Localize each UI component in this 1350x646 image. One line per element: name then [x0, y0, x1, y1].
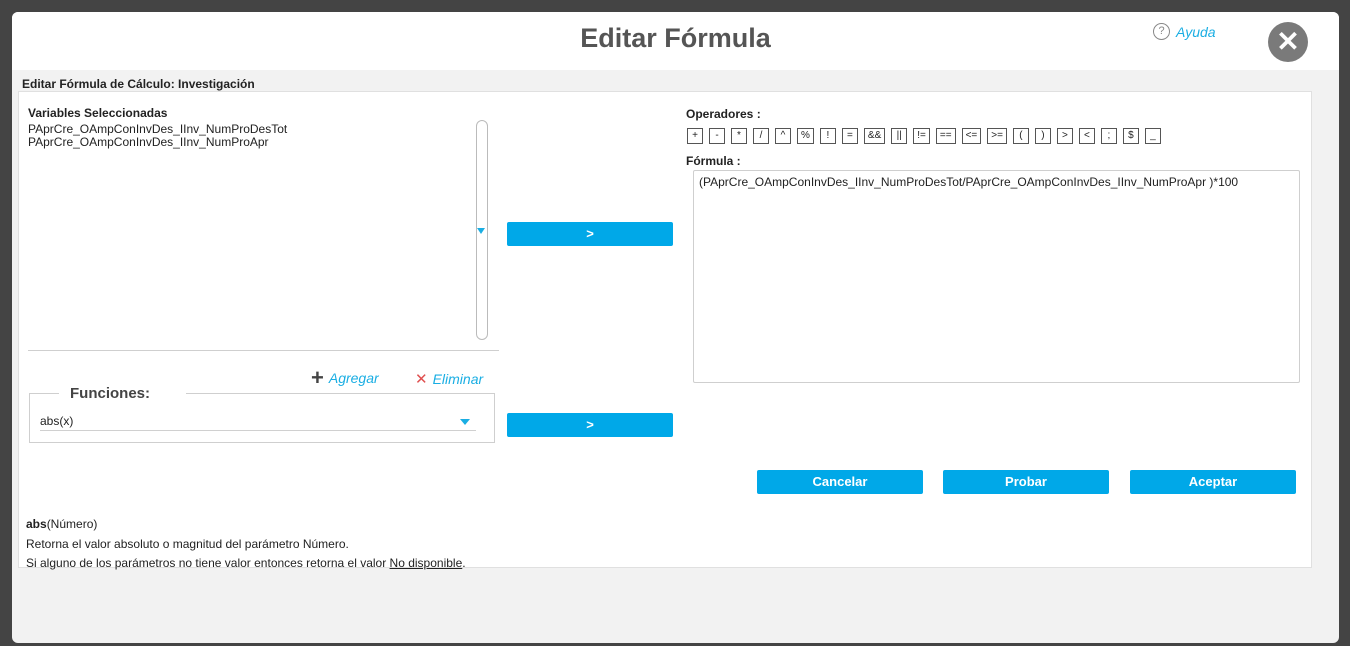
cancel-button[interactable]: Cancelar — [757, 470, 923, 494]
operator-button[interactable]: > — [1056, 128, 1073, 144]
chevron-down-icon — [460, 419, 470, 425]
fieldset-border — [186, 393, 495, 394]
operator-button[interactable]: _ — [1144, 128, 1161, 144]
function-note: Si alguno de los parámetros no tiene val… — [26, 556, 466, 570]
functions-label: Funciones: — [70, 385, 151, 402]
close-button[interactable]: ✕ — [1268, 22, 1308, 62]
help-link[interactable]: ? Ayuda — [1153, 23, 1216, 40]
remove-icon: ✕ — [415, 371, 428, 388]
insert-function-button[interactable]: > — [507, 413, 673, 437]
operator-button[interactable]: $ — [1122, 128, 1139, 144]
operator-button[interactable]: * — [731, 128, 747, 144]
add-variable-button[interactable]: + Agregar — [311, 365, 379, 390]
help-icon: ? — [1153, 23, 1170, 40]
plus-icon: + — [311, 365, 324, 390]
function-name: abs — [26, 517, 47, 531]
operator-button[interactable]: % — [797, 128, 814, 144]
operator-button[interactable]: < — [1078, 128, 1095, 144]
modal-header: Editar Fórmula ? Ayuda ✕ — [12, 12, 1339, 70]
functions-select[interactable]: abs(x) — [40, 414, 476, 431]
note-suffix: . — [462, 556, 466, 570]
formula-label: Fórmula : — [686, 154, 741, 168]
functions-selected-value: abs(x) — [40, 414, 74, 428]
close-icon: ✕ — [1276, 26, 1300, 57]
function-args: (Número) — [46, 517, 98, 531]
operator-button[interactable]: ) — [1034, 128, 1051, 144]
remove-label: Eliminar — [432, 371, 484, 387]
operator-button[interactable]: - — [709, 128, 725, 144]
operator-button[interactable]: = — [841, 128, 858, 144]
function-signature: abs(Número) — [26, 517, 97, 531]
operator-button[interactable]: >= — [987, 128, 1007, 144]
operator-button[interactable]: / — [753, 128, 769, 144]
section-title: Editar Fórmula de Cálculo: Investigación — [22, 77, 255, 91]
test-button[interactable]: Probar — [943, 470, 1109, 494]
operator-button[interactable]: ! — [819, 128, 836, 144]
variables-list[interactable]: PAprCre_OAmpConInvDes_IInv_NumProDesTot … — [28, 123, 468, 351]
scroll-down-icon[interactable] — [477, 228, 485, 234]
note-text: Si alguno de los parámetros no tiene val… — [26, 556, 390, 570]
insert-variable-button[interactable]: > — [507, 222, 673, 246]
operator-button[interactable]: && — [863, 128, 886, 144]
operators-toolbar: + - * / ^%! = && || != == <= >=() > <; $ _ — [687, 128, 1161, 144]
operator-button[interactable]: + — [687, 128, 703, 144]
operators-label: Operadores : — [686, 107, 761, 121]
list-divider — [28, 350, 499, 351]
accept-button[interactable]: Aceptar — [1130, 470, 1296, 494]
help-label: Ayuda — [1176, 23, 1216, 40]
operator-button[interactable]: == — [935, 128, 956, 144]
operator-button[interactable]: != — [913, 128, 930, 144]
operator-button[interactable]: ^ — [775, 128, 791, 144]
variables-label: Variables Seleccionadas — [28, 106, 168, 120]
remove-variable-button[interactable]: ✕ Eliminar — [415, 370, 483, 388]
operator-button[interactable]: <= — [961, 128, 982, 144]
not-available-link[interactable]: No disponible — [390, 556, 463, 570]
list-item[interactable]: PAprCre_OAmpConInvDes_IInv_NumProApr — [28, 136, 468, 149]
operator-button[interactable]: ; — [1100, 128, 1117, 144]
function-description: Retorna el valor absoluto o magnitud del… — [26, 537, 349, 551]
modal-title: Editar Fórmula — [580, 23, 771, 53]
formula-textarea[interactable]: (PAprCre_OAmpConInvDes_IInv_NumProDesTot… — [693, 170, 1300, 383]
operator-button[interactable]: ( — [1012, 128, 1029, 144]
operator-button[interactable]: || — [891, 128, 908, 144]
add-label: Agregar — [328, 370, 379, 386]
fieldset-border — [29, 393, 59, 394]
